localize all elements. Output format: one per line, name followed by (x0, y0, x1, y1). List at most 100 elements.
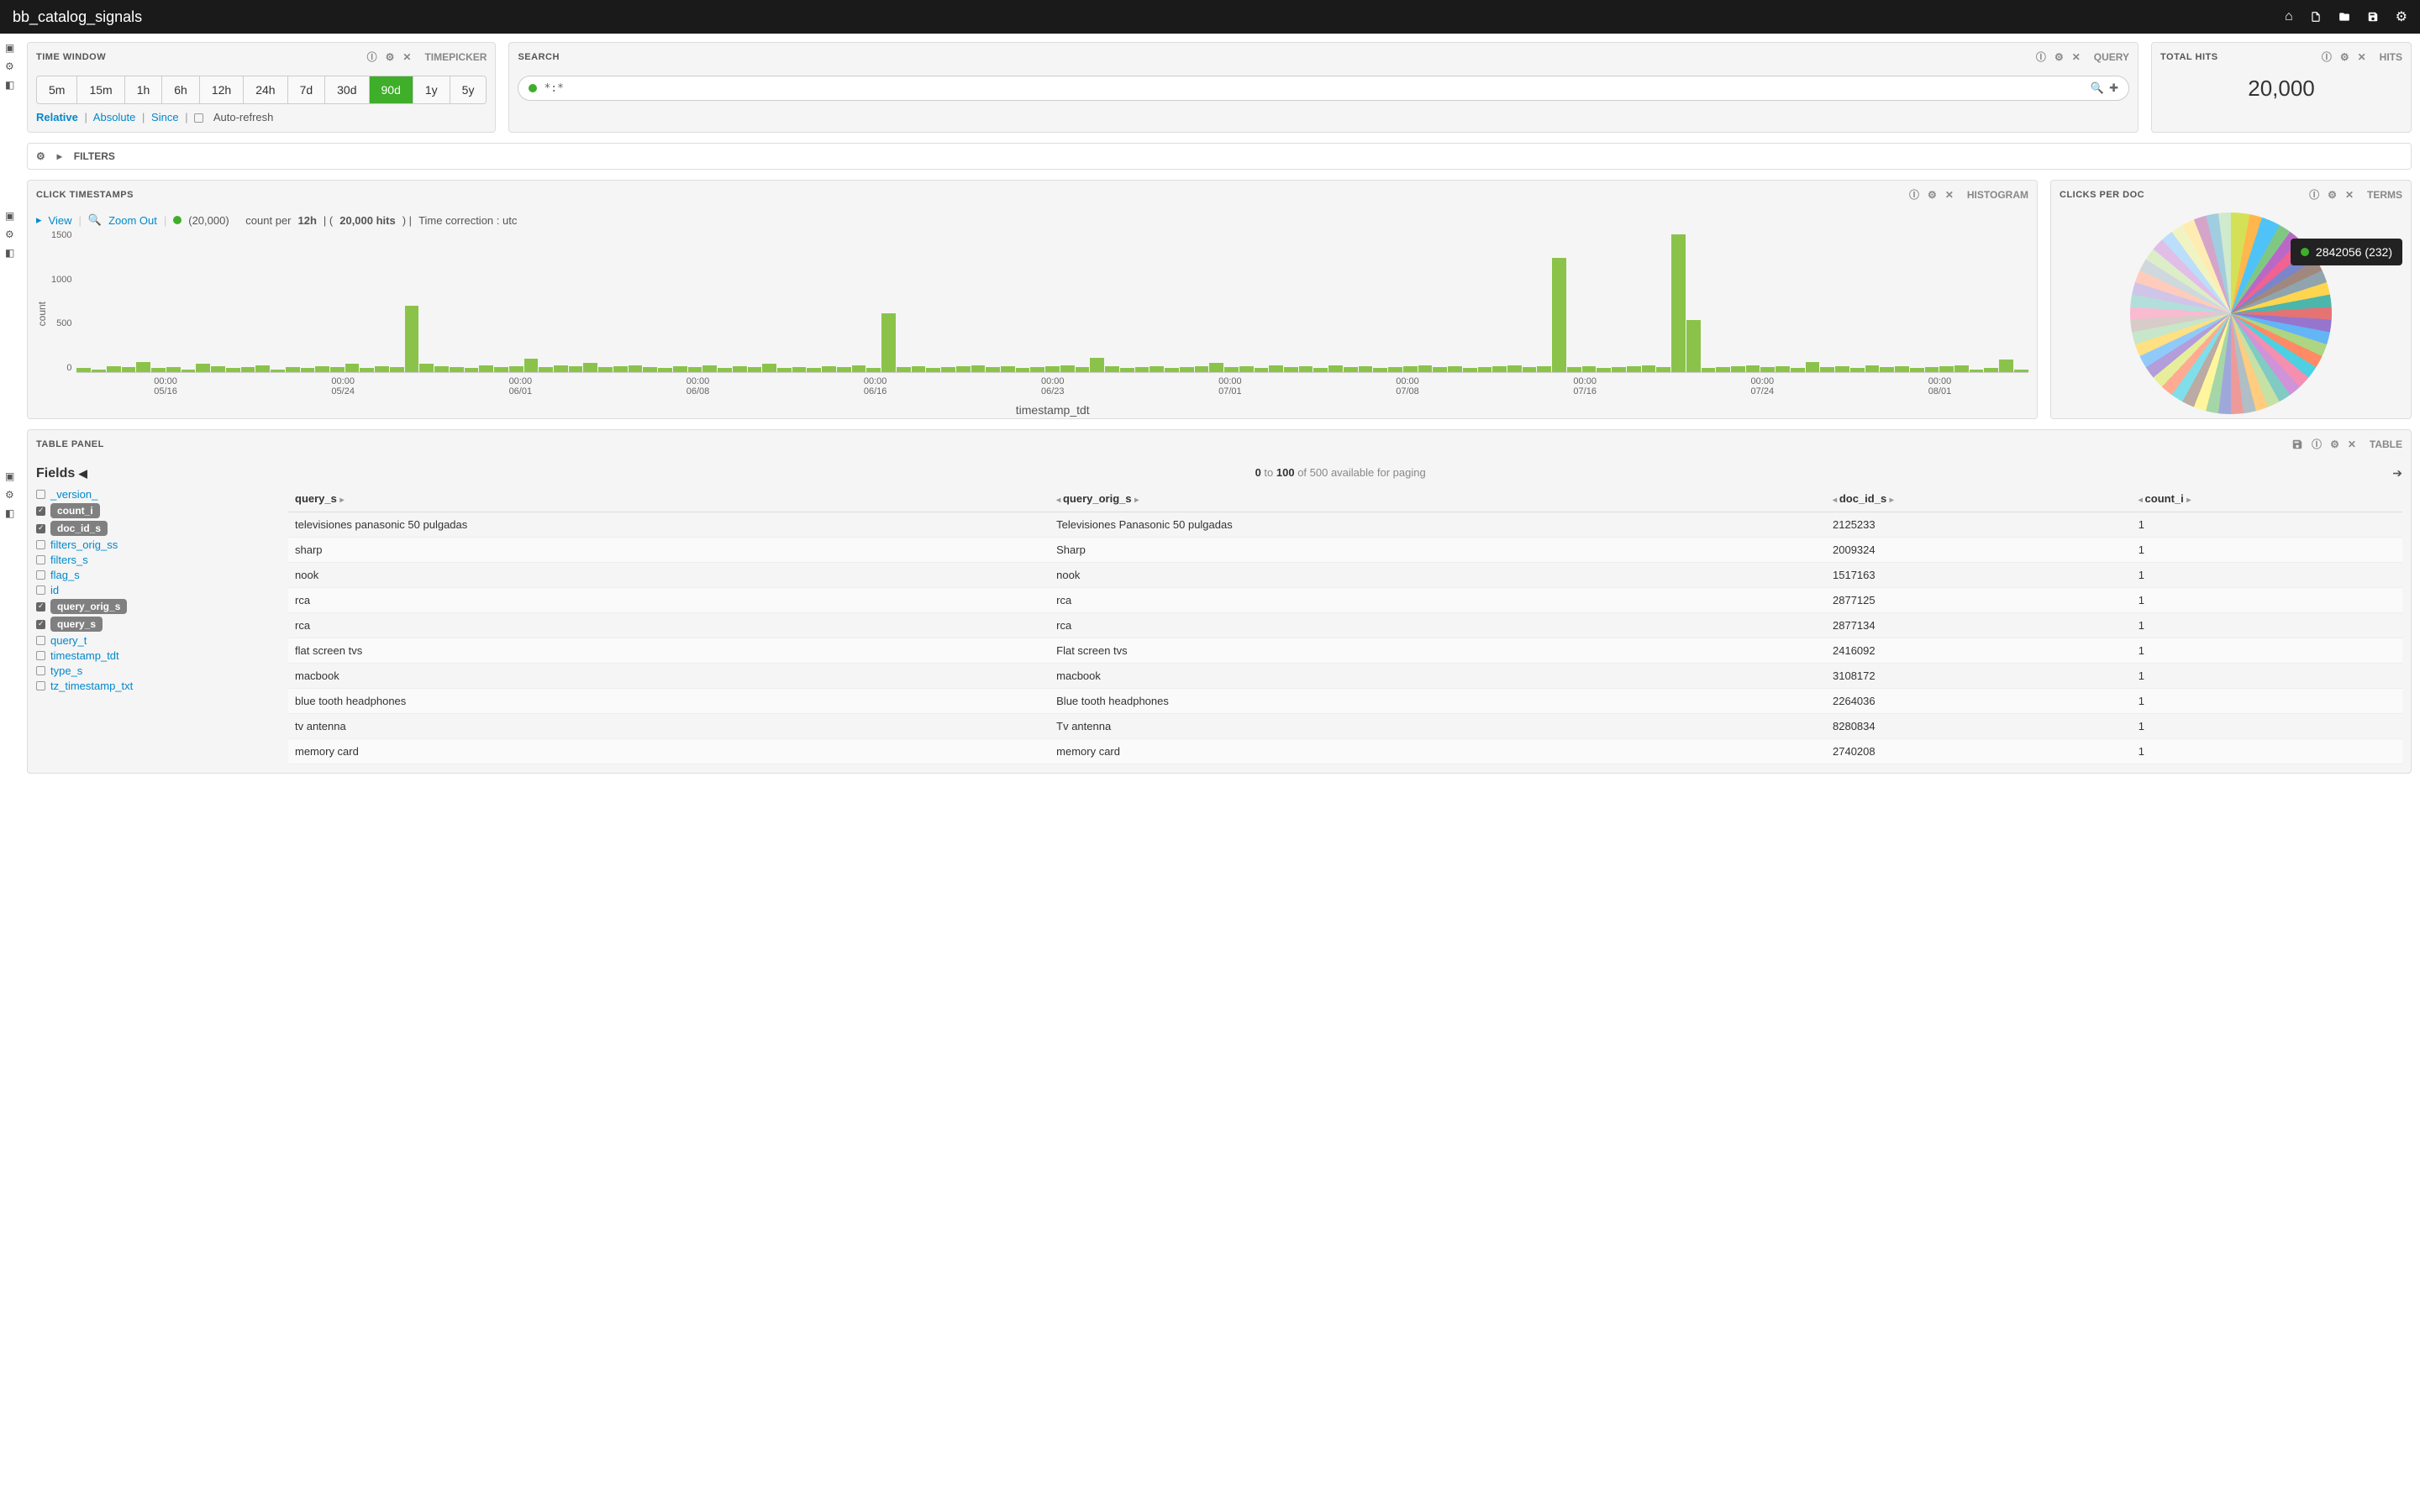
bar[interactable] (360, 368, 374, 372)
bar[interactable] (1359, 366, 1373, 372)
bar[interactable] (1895, 366, 1909, 372)
close-icon[interactable]: ✕ (2348, 438, 2356, 450)
field-item-query_s[interactable]: query_s (36, 617, 271, 632)
bar[interactable] (1433, 367, 1447, 372)
info-icon[interactable]: ⓘ (2036, 50, 2046, 64)
bar[interactable] (1612, 367, 1626, 372)
search-icon[interactable]: 🔍 (2091, 81, 2104, 95)
bar[interactable] (151, 368, 166, 372)
gear-icon[interactable]: ⚙ (5, 489, 18, 502)
bar[interactable] (583, 363, 597, 372)
bar[interactable] (733, 366, 747, 372)
bar[interactable] (405, 306, 419, 372)
close-icon[interactable]: ✕ (2345, 189, 2354, 201)
info-icon[interactable]: ⓘ (2309, 187, 2319, 202)
bar[interactable] (375, 366, 389, 372)
bar[interactable] (1791, 368, 1805, 372)
bar[interactable] (315, 366, 329, 372)
bar[interactable] (1045, 366, 1060, 372)
bar[interactable] (465, 368, 479, 372)
bar[interactable] (1418, 365, 1433, 372)
time-btn-12h[interactable]: 12h (200, 76, 244, 103)
bar[interactable] (1939, 366, 1954, 372)
bar[interactable] (1954, 365, 1969, 372)
bar[interactable] (255, 365, 270, 372)
checkbox-icon[interactable] (36, 666, 45, 675)
bar[interactable] (822, 366, 836, 372)
bar[interactable] (1597, 368, 1611, 372)
bar[interactable] (345, 364, 360, 372)
checkbox-icon[interactable] (36, 540, 45, 549)
time-btn-24h[interactable]: 24h (244, 76, 287, 103)
bar[interactable] (450, 367, 464, 372)
bar[interactable] (539, 367, 553, 372)
series-dot[interactable] (173, 216, 182, 224)
field-badge[interactable]: query_s (50, 617, 103, 632)
bar[interactable] (1105, 366, 1119, 372)
settings-icon[interactable]: ⚙ (2396, 8, 2407, 25)
bar[interactable] (390, 367, 404, 372)
add-panel-icon[interactable]: ◧ (5, 507, 18, 521)
bar[interactable] (852, 365, 866, 372)
bar[interactable] (1984, 368, 1998, 372)
bar[interactable] (241, 367, 255, 372)
gear-icon[interactable]: ⚙ (2340, 51, 2349, 63)
field-item-filters_orig_ss[interactable]: filters_orig_ss (36, 538, 271, 551)
bar[interactable] (1686, 320, 1701, 372)
bar[interactable] (881, 313, 896, 372)
query-color-dot[interactable] (529, 84, 537, 92)
field-item-query_t[interactable]: query_t (36, 634, 271, 647)
next-page-icon[interactable]: ➔ (2392, 466, 2402, 480)
pie-chart[interactable]: 2842056 (232) (2051, 208, 2411, 418)
col-doc_id_s[interactable]: ◂ doc_id_s ▸ (1826, 486, 2132, 512)
field-link[interactable]: type_s (50, 664, 82, 677)
bar[interactable] (479, 365, 493, 372)
field-item-id[interactable]: id (36, 584, 271, 596)
bar[interactable] (1388, 367, 1402, 372)
time-btn-90d[interactable]: 90d (370, 76, 413, 103)
col-query_s[interactable]: query_s ▸ (288, 486, 1050, 512)
bar[interactable] (1299, 366, 1313, 372)
field-link[interactable]: timestamp_tdt (50, 649, 119, 662)
gear-icon[interactable]: ⚙ (5, 228, 18, 242)
zoomout-link[interactable]: Zoom Out (108, 214, 157, 227)
bar[interactable] (673, 366, 687, 372)
bar[interactable] (941, 367, 955, 372)
bar[interactable] (1582, 366, 1597, 372)
bar[interactable] (1850, 368, 1865, 372)
bar[interactable] (166, 367, 181, 372)
bar[interactable] (1627, 366, 1641, 372)
export-icon[interactable] (2291, 438, 2303, 450)
info-icon[interactable]: ⓘ (367, 50, 377, 64)
bar[interactable] (434, 366, 449, 372)
bar[interactable] (554, 365, 568, 372)
bar[interactable] (748, 367, 762, 372)
gear-icon[interactable]: ⚙ (386, 51, 395, 63)
close-icon[interactable]: ✕ (1945, 189, 1954, 201)
bar[interactable] (598, 367, 613, 372)
bar[interactable] (2014, 370, 2028, 372)
field-badge[interactable]: doc_id_s (50, 521, 108, 536)
bar[interactable] (1656, 367, 1670, 372)
time-btn-5y[interactable]: 5y (450, 76, 487, 103)
time-btn-1h[interactable]: 1h (125, 76, 163, 103)
bar[interactable] (1209, 363, 1223, 372)
time-btn-1y[interactable]: 1y (413, 76, 450, 103)
gear-icon[interactable]: ⚙ (2330, 438, 2339, 450)
gear-icon[interactable]: ⚙ (1928, 189, 1937, 201)
bar[interactable] (1820, 367, 1834, 372)
table-row[interactable]: rcarca28771251 (288, 588, 2402, 613)
checkbox-icon[interactable] (36, 651, 45, 660)
interval[interactable]: 12h (298, 214, 317, 227)
bar[interactable] (1120, 368, 1134, 372)
bar[interactable] (807, 368, 821, 372)
bar[interactable] (569, 366, 583, 372)
bar[interactable] (1731, 366, 1745, 372)
bar[interactable] (509, 366, 523, 372)
table-row[interactable]: televisiones panasonic 50 pulgadasTelevi… (288, 512, 2402, 538)
bar[interactable] (1671, 234, 1686, 372)
col-query_orig_s[interactable]: ◂ query_orig_s ▸ (1050, 486, 1826, 512)
bar[interactable] (182, 370, 196, 372)
bar[interactable] (1925, 367, 1939, 372)
bar[interactable] (301, 368, 315, 372)
